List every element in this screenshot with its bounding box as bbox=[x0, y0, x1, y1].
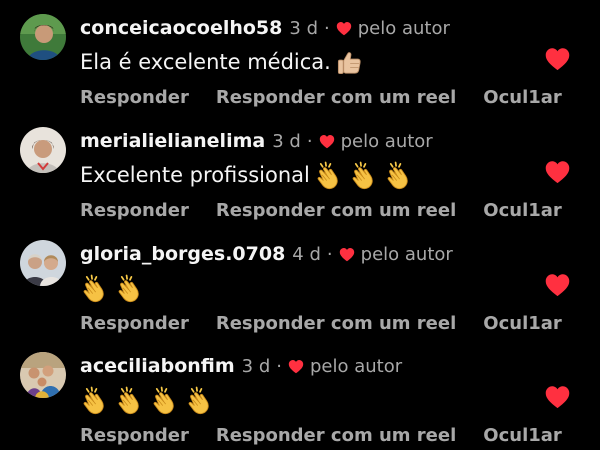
avatar[interactable] bbox=[20, 127, 66, 173]
comment-item: conceicaocoelho58 3 d · pelo autor Ela é… bbox=[0, 0, 600, 112]
heart-icon bbox=[544, 273, 571, 297]
comment-body bbox=[80, 384, 220, 416]
timestamp: 4 d bbox=[292, 243, 321, 265]
clapping-hands-emoji bbox=[150, 386, 179, 415]
separator-dot: · bbox=[276, 355, 282, 377]
avatar[interactable] bbox=[20, 352, 66, 398]
small-heart-icon bbox=[339, 247, 355, 262]
timestamp: 3 d bbox=[272, 130, 301, 152]
comment-header: conceicaocoelho58 3 d · pelo autor bbox=[80, 13, 450, 43]
comment-actions: Responder Responder com um reel Ocul1ar bbox=[80, 84, 562, 110]
reply-with-reel-button[interactable]: Responder com um reel bbox=[216, 200, 456, 221]
small-heart-icon bbox=[336, 21, 352, 36]
reply-with-reel-button[interactable]: Responder com um reel bbox=[216, 425, 456, 446]
reply-button[interactable]: Responder bbox=[80, 87, 189, 108]
reply-with-reel-button[interactable]: Responder com um reel bbox=[216, 313, 456, 334]
username-link[interactable]: gloria_borges.0708 bbox=[80, 243, 285, 265]
timestamp: 3 d bbox=[241, 355, 271, 377]
author-like-label: pelo autor bbox=[340, 130, 433, 152]
thumbs-up-emoji bbox=[335, 48, 364, 77]
username-link[interactable]: merialielianelima bbox=[80, 130, 265, 152]
like-button[interactable] bbox=[544, 273, 571, 297]
reply-button[interactable]: Responder bbox=[80, 425, 189, 446]
comment-body bbox=[80, 272, 150, 304]
username-link[interactable]: aceciliabonfim bbox=[80, 355, 235, 377]
reply-with-reel-button[interactable]: Responder com um reel bbox=[216, 87, 456, 108]
heart-icon bbox=[544, 385, 571, 409]
author-like-label: pelo autor bbox=[357, 17, 450, 39]
clapping-hands-emoji bbox=[185, 386, 214, 415]
author-like-label: pelo autor bbox=[360, 243, 453, 265]
username-link[interactable]: conceicaocoelho58 bbox=[80, 17, 282, 39]
comment-header: merialielianelima 3 d · pelo autor bbox=[80, 126, 433, 156]
hide-button[interactable]: Ocul1ar bbox=[483, 313, 562, 334]
comment-item: gloria_borges.0708 4 d · pelo autor Resp… bbox=[0, 226, 600, 338]
separator-dot: · bbox=[326, 243, 333, 265]
clapping-hands-emoji bbox=[80, 386, 109, 415]
comment-body: Excelente profissional bbox=[80, 159, 419, 191]
heart-icon bbox=[544, 160, 571, 184]
clapping-hands-emoji bbox=[314, 161, 343, 190]
small-heart-icon bbox=[319, 134, 335, 149]
comment-header: gloria_borges.0708 4 d · pelo autor bbox=[80, 239, 453, 269]
like-button[interactable] bbox=[544, 47, 571, 71]
hide-button[interactable]: Ocul1ar bbox=[483, 200, 562, 221]
comment-actions: Responder Responder com um reel Ocul1ar bbox=[80, 422, 562, 448]
separator-dot: · bbox=[306, 130, 313, 152]
like-button[interactable] bbox=[544, 160, 571, 184]
comment-body: Ela é excelente médica. bbox=[80, 46, 370, 78]
comment-actions: Responder Responder com um reel Ocul1ar bbox=[80, 310, 562, 336]
comment-list: conceicaocoelho58 3 d · pelo autor Ela é… bbox=[0, 0, 600, 446]
hide-button[interactable]: Ocul1ar bbox=[483, 425, 562, 446]
clapping-hands-emoji bbox=[80, 274, 109, 303]
hide-button[interactable]: Ocul1ar bbox=[483, 87, 562, 108]
comment-text: Excelente profissional bbox=[80, 163, 310, 187]
reply-button[interactable]: Responder bbox=[80, 200, 189, 221]
reply-button[interactable]: Responder bbox=[80, 313, 189, 334]
clapping-hands-emoji bbox=[115, 386, 144, 415]
small-heart-icon bbox=[288, 359, 304, 374]
author-like-label: pelo autor bbox=[310, 355, 403, 377]
comment-header: aceciliabonfim 3 d · pelo autor bbox=[80, 351, 402, 381]
avatar[interactable] bbox=[20, 14, 66, 60]
comment-actions: Responder Responder com um reel Ocul1ar bbox=[80, 197, 562, 223]
clapping-hands-emoji bbox=[349, 161, 378, 190]
comment-item: merialielianelima 3 d · pelo autor Excel… bbox=[0, 113, 600, 225]
comment-item: aceciliabonfim 3 d · pelo autor Responde… bbox=[0, 338, 600, 450]
comment-text: Ela é excelente médica. bbox=[80, 50, 331, 74]
clapping-hands-emoji bbox=[384, 161, 413, 190]
like-button[interactable] bbox=[544, 385, 571, 409]
heart-icon bbox=[544, 47, 571, 71]
timestamp: 3 d bbox=[289, 17, 318, 39]
separator-dot: · bbox=[324, 17, 330, 39]
clapping-hands-emoji bbox=[115, 274, 144, 303]
avatar[interactable] bbox=[20, 240, 66, 286]
